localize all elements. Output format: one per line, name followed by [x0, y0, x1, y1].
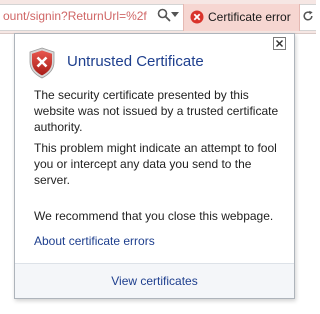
address-bar: ount/signin?ReturnUrl=%2f Certificate er…: [0, 0, 316, 34]
certificate-error-button[interactable]: Certificate error: [183, 4, 300, 31]
close-icon: [276, 40, 283, 47]
search-icon[interactable]: [157, 8, 171, 22]
error-icon: [190, 10, 204, 24]
refresh-icon[interactable]: [302, 10, 314, 22]
chevron-down-icon[interactable]: [171, 12, 179, 18]
popup-title: Untrusted Certificate: [67, 53, 204, 70]
shield-error-icon: [29, 47, 55, 79]
view-certificates-link[interactable]: View certificates: [15, 274, 294, 288]
popup-paragraph-2: This problem might indicate an attempt t…: [34, 141, 277, 187]
certificate-error-label: Certificate error: [208, 10, 291, 24]
close-button[interactable]: [273, 37, 286, 50]
popup-footer: View certificates: [15, 263, 294, 298]
certificate-error-popup: Untrusted Certificate The security certi…: [14, 33, 295, 299]
about-certificate-errors-link[interactable]: About certificate errors: [34, 234, 155, 248]
popup-paragraph-3: We recommend that you close this webpage…: [34, 209, 274, 223]
url-text[interactable]: ount/signin?ReturnUrl=%2f: [3, 9, 147, 23]
popup-paragraph-1: The security certificate presented by th…: [34, 88, 279, 134]
